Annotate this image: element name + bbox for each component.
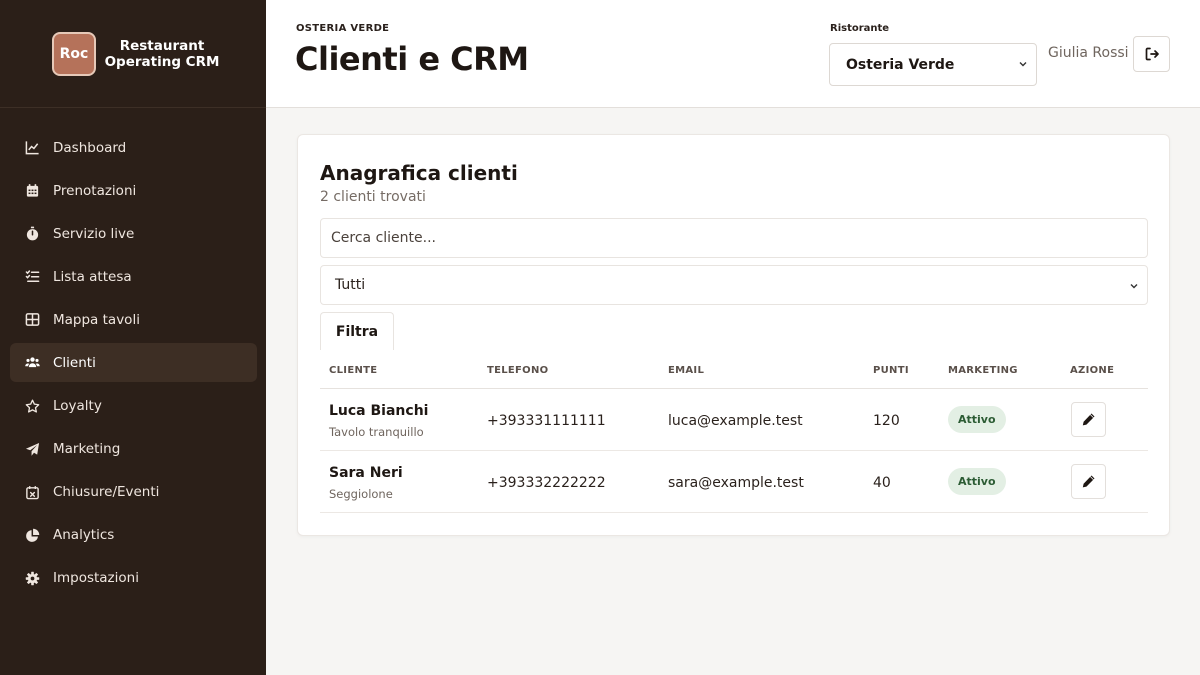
users-icon	[24, 355, 40, 371]
logout-icon	[1145, 47, 1159, 61]
sidebar-item-dashboard[interactable]: Dashboard	[10, 128, 257, 167]
sidebar-item-chiusure-eventi[interactable]: Chiusure/Eventi	[10, 473, 257, 512]
restaurant-label: Ristorante	[830, 23, 890, 34]
column-header-cliente: CLIENTE	[329, 365, 378, 376]
card-title: Anagrafica clienti	[320, 161, 518, 185]
brand-name: Restaurant Operating CRM	[104, 37, 220, 70]
client-points: 40	[873, 475, 891, 491]
client-phone: +393331111111	[487, 413, 606, 429]
pencil-icon	[1082, 413, 1095, 426]
sidebar-item-label: Chiusure/Eventi	[53, 484, 160, 501]
table-row: Sara Neri Seggiolone +393332222222 sara@…	[320, 451, 1148, 513]
clients-table: CLIENTE TELEFONO EMAIL PUNTI MARKETING A…	[320, 355, 1148, 513]
brand-logo: Roc	[52, 31, 96, 76]
edit-client-button[interactable]	[1071, 464, 1106, 499]
sidebar-item-label: Marketing	[53, 441, 121, 458]
sidebar-item-prenotazioni[interactable]: Prenotazioni	[10, 171, 257, 210]
clients-card: Anagrafica clienti 2 clienti trovati Tut…	[297, 134, 1170, 536]
pencil-icon	[1082, 475, 1095, 488]
user-name: Giulia Rossi	[1048, 45, 1129, 61]
calendar-icon	[24, 183, 40, 199]
client-note: Tavolo tranquillo	[329, 425, 424, 439]
pie-chart-icon	[24, 527, 40, 543]
filter-select-value: Tutti	[335, 277, 366, 293]
marketing-filter-select[interactable]: Tutti	[320, 265, 1148, 305]
sidebar: Roc Restaurant Operating CRM Dashboard P…	[0, 0, 266, 675]
search-input[interactable]	[320, 218, 1148, 258]
sidebar-item-servizio-live[interactable]: Servizio live	[10, 214, 257, 253]
chevron-down-icon	[1130, 284, 1138, 289]
sidebar-item-label: Dashboard	[53, 139, 127, 156]
sidebar-item-loyalty[interactable]: Loyalty	[10, 387, 257, 426]
table-header: CLIENTE TELEFONO EMAIL PUNTI MARKETING A…	[320, 355, 1148, 389]
table-row: Luca Bianchi Tavolo tranquillo +39333111…	[320, 389, 1148, 451]
star-icon	[24, 398, 40, 414]
restaurant-select[interactable]: Osteria Verde	[829, 43, 1037, 86]
client-points: 120	[873, 413, 900, 429]
sidebar-item-label: Analytics	[53, 527, 115, 544]
client-email: sara@example.test	[668, 475, 804, 491]
edit-client-button[interactable]	[1071, 402, 1106, 437]
chevron-down-icon	[1019, 62, 1027, 67]
sidebar-item-label: Prenotazioni	[53, 182, 137, 199]
sidebar-item-mappa-tavoli[interactable]: Mappa tavoli	[10, 300, 257, 339]
sidebar-item-lista-attesa[interactable]: Lista attesa	[10, 257, 257, 296]
sidebar-item-label: Servizio live	[53, 225, 135, 242]
column-header-telefono: TELEFONO	[487, 365, 549, 376]
brand[interactable]: Roc Restaurant Operating CRM	[0, 0, 266, 108]
page-title: Clienti e CRM	[295, 40, 529, 78]
sidebar-item-analytics[interactable]: Analytics	[10, 516, 257, 555]
sidebar-item-label: Lista attesa	[53, 268, 132, 285]
table-grid-icon	[24, 312, 40, 328]
chart-line-icon	[24, 140, 40, 156]
column-header-email: EMAIL	[668, 365, 705, 376]
top-header: OSTERIA VERDE Clienti e CRM Ristorante O…	[266, 0, 1200, 108]
column-header-azione: AZIONE	[1070, 365, 1115, 376]
client-name: Sara Neri	[329, 465, 403, 481]
client-phone: +393332222222	[487, 475, 606, 491]
client-note: Seggiolone	[329, 487, 393, 501]
column-header-punti: PUNTI	[873, 365, 909, 376]
sidebar-item-label: Clienti	[53, 354, 96, 371]
list-check-icon	[24, 269, 40, 285]
column-header-marketing: MARKETING	[948, 365, 1018, 376]
gear-icon	[24, 570, 40, 586]
client-email: luca@example.test	[668, 413, 803, 429]
restaurant-select-value: Osteria Verde	[846, 56, 955, 73]
logout-button[interactable]	[1133, 36, 1170, 72]
sidebar-item-marketing[interactable]: Marketing	[10, 430, 257, 469]
marketing-status-badge: Attivo	[948, 468, 1006, 495]
clients-count: 2 clienti trovati	[320, 189, 426, 205]
sidebar-item-clienti[interactable]: Clienti	[10, 343, 257, 383]
sidebar-item-label: Loyalty	[53, 398, 102, 415]
calendar-x-icon	[24, 484, 40, 500]
sidebar-nav: Dashboard Prenotazioni Servizio live Lis…	[0, 108, 266, 598]
paper-plane-icon	[24, 441, 40, 457]
marketing-status-badge: Attivo	[948, 406, 1006, 433]
stopwatch-icon	[24, 226, 40, 242]
client-name: Luca Bianchi	[329, 403, 429, 419]
sidebar-item-label: Mappa tavoli	[53, 311, 140, 328]
sidebar-item-label: Impostazioni	[53, 570, 139, 587]
filter-button[interactable]: Filtra	[320, 312, 394, 350]
restaurant-eyebrow: OSTERIA VERDE	[296, 23, 390, 34]
sidebar-item-impostazioni[interactable]: Impostazioni	[10, 559, 257, 598]
